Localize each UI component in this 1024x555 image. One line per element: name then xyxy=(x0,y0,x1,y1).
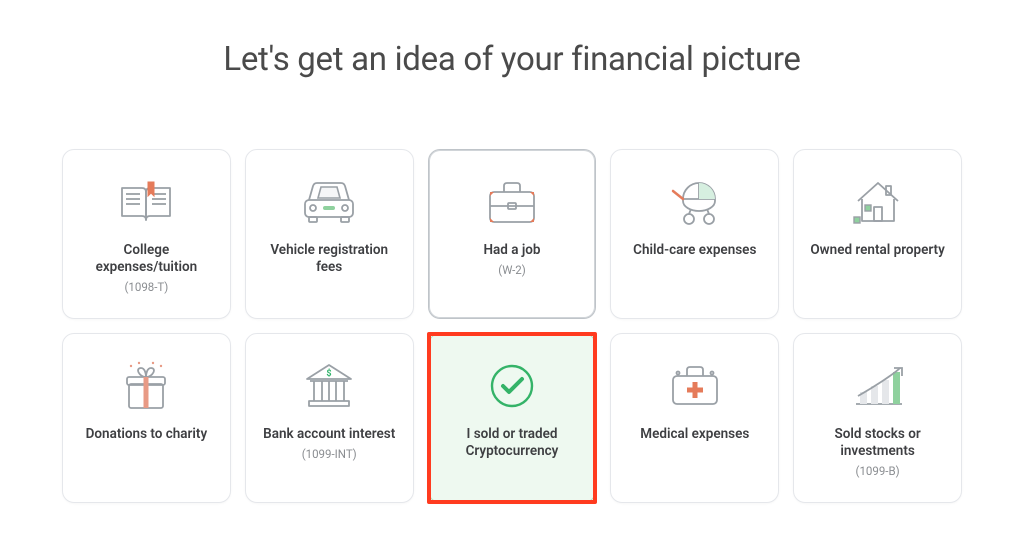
card-label: Child-care expenses xyxy=(633,242,756,259)
card-sub: (1099-INT) xyxy=(302,447,357,461)
page-title: Let's get an idea of your financial pict… xyxy=(60,40,964,79)
card-label: I sold or traded Cryptocurrency xyxy=(442,426,582,460)
card-label: Bank account interest xyxy=(263,426,395,443)
card-bank-interest[interactable]: $ Bank account interest (1099-INT) xyxy=(245,333,414,503)
card-label: Sold stocks or investments xyxy=(808,426,948,460)
car-icon xyxy=(299,170,359,234)
house-icon xyxy=(850,170,906,234)
check-icon xyxy=(487,354,537,418)
card-child-care[interactable]: Child-care expenses xyxy=(610,149,779,319)
card-donations[interactable]: Donations to charity xyxy=(62,333,231,503)
gift-icon xyxy=(121,354,171,418)
category-grid: College expenses/tuition (1098-T) xyxy=(62,149,962,503)
briefcase-icon xyxy=(484,170,540,234)
card-sub: (W-2) xyxy=(498,263,526,277)
card-crypto[interactable]: I sold or traded Cryptocurrency xyxy=(428,333,597,503)
bank-icon: $ xyxy=(301,354,357,418)
card-sub: (1099-B) xyxy=(856,464,900,478)
book-icon xyxy=(118,170,174,234)
stroller-icon xyxy=(669,170,721,234)
card-had-a-job[interactable]: Had a job (W-2) xyxy=(428,149,597,319)
card-sub: (1098-T) xyxy=(124,280,168,294)
medkit-icon xyxy=(667,354,723,418)
card-label: Owned rental property xyxy=(810,242,944,259)
card-rental-property[interactable]: Owned rental property xyxy=(793,149,962,319)
card-label: College expenses/tuition xyxy=(76,242,216,276)
card-college-expenses[interactable]: College expenses/tuition (1098-T) xyxy=(62,149,231,319)
card-label: Vehicle registration fees xyxy=(259,242,399,276)
card-label: Donations to charity xyxy=(86,426,208,443)
card-stocks[interactable]: Sold stocks or investments (1099-B) xyxy=(793,333,962,503)
card-label: Medical expenses xyxy=(640,426,749,443)
card-medical[interactable]: Medical expenses xyxy=(610,333,779,503)
card-label: Had a job xyxy=(483,242,540,259)
chart-icon xyxy=(850,354,906,418)
card-vehicle-registration[interactable]: Vehicle registration fees xyxy=(245,149,414,319)
svg-text:$: $ xyxy=(327,368,332,379)
